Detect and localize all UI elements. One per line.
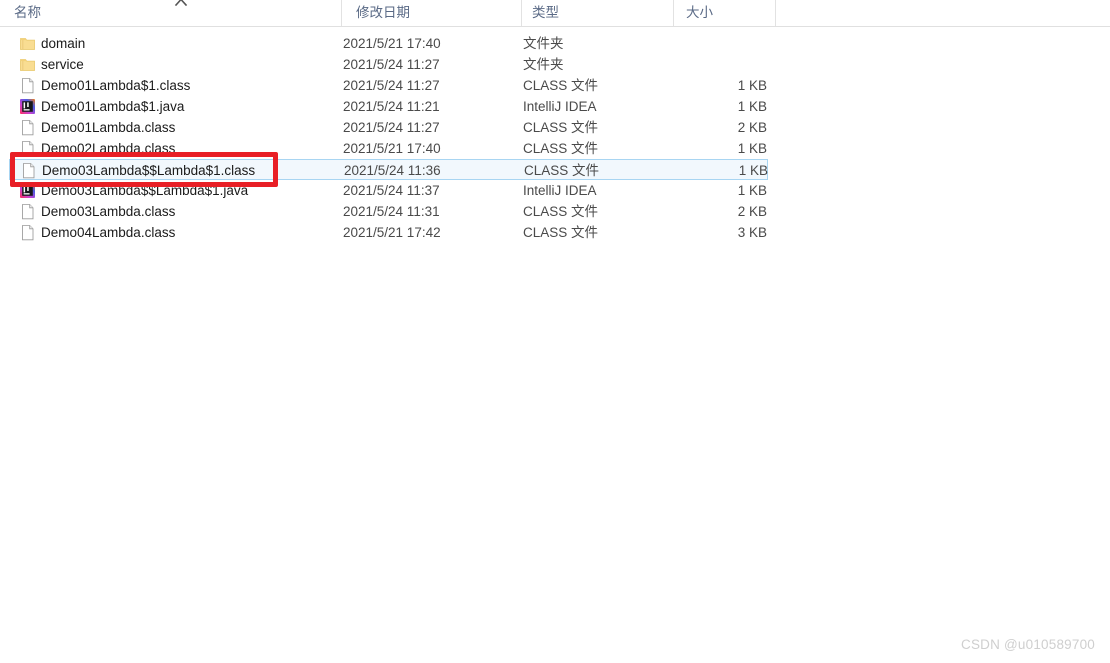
file-name-cell: Demo01Lambda$1.class bbox=[41, 78, 191, 93]
file-size-cell: 1 KB bbox=[738, 163, 768, 178]
file-name-cell: Demo03Lambda.class bbox=[41, 204, 176, 219]
table-row-inner: Demo01Lambda.class 2021/5/24 11:27 CLASS 文… bbox=[9, 117, 768, 138]
file-size-cell: 1 KB bbox=[737, 141, 767, 156]
date-modified-cell: 2021/5/21 17:40 bbox=[343, 36, 441, 51]
file-type-cell: CLASS 文件 bbox=[523, 78, 599, 93]
table-row[interactable]: Demo03Lambda.class 2021/5/24 11:31 CLASS 文… bbox=[0, 201, 1110, 222]
date-modified-cell: 2021/5/24 11:31 bbox=[343, 204, 440, 219]
generic-file-icon bbox=[19, 77, 39, 94]
file-type-cell: IntelliJ IDEA bbox=[523, 99, 597, 114]
file-name-cell: Demo01Lambda.class bbox=[41, 120, 176, 135]
table-row-inner: service 2021/5/24 11:27 文件夹 bbox=[9, 54, 768, 75]
table-row[interactable]: Demo01Lambda.class 2021/5/24 11:27 CLASS 文… bbox=[0, 117, 1110, 138]
table-row[interactable]: Demo02Lambda.class 2021/5/21 17:40 CLASS 文… bbox=[0, 138, 1110, 159]
column-header-type-label: 类型 bbox=[532, 5, 559, 20]
file-name-cell: Demo03Lambda$$Lambda$1.class bbox=[42, 163, 256, 178]
table-row-inner: Demo03Lambda.class 2021/5/24 11:31 CLASS 文… bbox=[9, 201, 768, 222]
file-size-cell: 1 KB bbox=[737, 78, 767, 93]
table-row-inner: domain 2021/5/21 17:40 文件夹 bbox=[9, 33, 768, 54]
watermark-text: CSDN @u010589700 bbox=[961, 637, 1095, 652]
table-row-inner: Demo01Lambda$1.java 2021/5/24 11:21 Intell… bbox=[9, 96, 768, 117]
column-header-bar: 名称 修改日期 类型 大小 bbox=[0, 0, 1110, 27]
table-row[interactable]: Demo04Lambda.class 2021/5/21 17:42 CLASS 文… bbox=[0, 222, 1110, 243]
date-modified-cell: 2021/5/24 11:27 bbox=[343, 120, 440, 135]
table-row-inner: Demo03Lambda$$Lambda$1.class 2021/5/24 11… bbox=[9, 159, 768, 180]
file-size-cell: 1 KB bbox=[737, 99, 767, 114]
file-explorer-list-view: 名称 修改日期 类型 大小 domain 2021/5/21 17:40 文件夹 se… bbox=[0, 0, 1110, 663]
table-row[interactable]: domain 2021/5/21 17:40 文件夹 bbox=[0, 33, 1110, 54]
date-modified-cell: 2021/5/24 11:36 bbox=[344, 163, 441, 178]
table-row[interactable]: Demo03Lambda$$Lambda$1.class 2021/5/24 11… bbox=[0, 159, 1110, 180]
file-name-cell: domain bbox=[41, 36, 86, 51]
folder-icon bbox=[19, 56, 39, 73]
intellij-idea-icon bbox=[19, 98, 39, 115]
generic-file-icon bbox=[19, 203, 39, 220]
file-size-cell: 2 KB bbox=[737, 204, 767, 219]
file-size-cell bbox=[649, 54, 767, 75]
date-modified-cell: 2021/5/24 11:27 bbox=[343, 57, 440, 72]
generic-file-icon bbox=[19, 119, 39, 136]
generic-file-icon bbox=[19, 224, 39, 241]
folder-icon bbox=[19, 35, 39, 52]
file-type-cell: 文件夹 bbox=[523, 36, 564, 51]
date-modified-cell: 2021/5/21 17:42 bbox=[343, 225, 441, 240]
file-size-cell bbox=[649, 33, 767, 54]
file-type-cell: 文件夹 bbox=[523, 57, 564, 72]
column-header-type[interactable]: 类型 bbox=[521, 0, 673, 26]
chevron-up-icon bbox=[174, 0, 188, 6]
file-list: domain 2021/5/21 17:40 文件夹 service 2021/5/24… bbox=[0, 33, 1110, 243]
date-modified-cell: 2021/5/24 11:37 bbox=[343, 183, 440, 198]
date-modified-cell: 2021/5/21 17:40 bbox=[343, 141, 441, 156]
table-row[interactable]: Demo01Lambda$1.java 2021/5/24 11:21 Intell… bbox=[0, 96, 1110, 117]
file-name-cell: Demo03Lambda$$Lambda$1.java bbox=[41, 183, 249, 198]
table-row-inner: Demo04Lambda.class 2021/5/21 17:42 CLASS 文… bbox=[9, 222, 768, 243]
column-header-size-label: 大小 bbox=[686, 5, 713, 20]
table-row[interactable]: service 2021/5/24 11:27 文件夹 bbox=[0, 54, 1110, 75]
file-name-cell: Demo04Lambda.class bbox=[41, 225, 176, 240]
column-header-name[interactable]: 名称 bbox=[0, 0, 341, 26]
file-type-cell: CLASS 文件 bbox=[524, 163, 600, 178]
column-header-date-modified[interactable]: 修改日期 bbox=[341, 0, 521, 26]
file-name-cell: Demo02Lambda.class bbox=[41, 141, 176, 156]
date-modified-cell: 2021/5/24 11:21 bbox=[343, 99, 440, 114]
file-name-cell: Demo01Lambda$1.java bbox=[41, 99, 185, 114]
file-size-cell: 2 KB bbox=[737, 120, 767, 135]
file-type-cell: CLASS 文件 bbox=[523, 141, 599, 156]
table-row-inner: Demo02Lambda.class 2021/5/21 17:40 CLASS 文… bbox=[9, 138, 768, 159]
column-header-size[interactable]: 大小 bbox=[673, 0, 775, 26]
file-type-cell: IntelliJ IDEA bbox=[523, 183, 597, 198]
generic-file-icon bbox=[19, 140, 39, 157]
file-type-cell: CLASS 文件 bbox=[523, 225, 599, 240]
intellij-idea-icon bbox=[19, 182, 39, 199]
table-row[interactable]: Demo03Lambda$$Lambda$1.java 2021/5/24 11:… bbox=[0, 180, 1110, 201]
file-name-cell: service bbox=[41, 57, 84, 72]
date-modified-cell: 2021/5/24 11:27 bbox=[343, 78, 440, 93]
column-header-date-modified-label: 修改日期 bbox=[356, 5, 410, 20]
file-type-cell: CLASS 文件 bbox=[523, 204, 599, 219]
column-header-name-label: 名称 bbox=[14, 5, 41, 20]
table-row[interactable]: Demo01Lambda$1.class 2021/5/24 11:27 CLASS… bbox=[0, 75, 1110, 96]
file-size-cell: 3 KB bbox=[737, 225, 767, 240]
table-row-inner: Demo03Lambda$$Lambda$1.java 2021/5/24 11:… bbox=[9, 180, 768, 201]
file-size-cell: 1 KB bbox=[737, 183, 767, 198]
generic-file-icon bbox=[20, 162, 40, 179]
table-row-inner: Demo01Lambda$1.class 2021/5/24 11:27 CLASS… bbox=[9, 75, 768, 96]
file-type-cell: CLASS 文件 bbox=[523, 120, 599, 135]
column-header-trailing-divider bbox=[775, 0, 776, 26]
